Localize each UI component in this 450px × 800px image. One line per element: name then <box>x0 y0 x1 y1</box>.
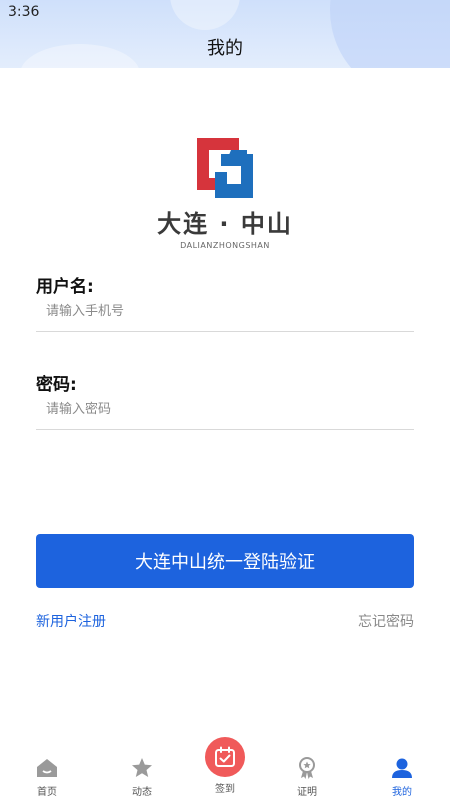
header-decoration <box>170 0 240 30</box>
checkin-label: 签到 <box>215 784 235 795</box>
checkin-button[interactable] <box>205 737 245 777</box>
star-icon <box>132 758 152 777</box>
login-button[interactable]: 大连中山统一登陆验证 <box>36 534 414 588</box>
tab-home[interactable]: 首页 <box>2 748 92 800</box>
logo: 大连 · 中山 DALIANZHONGSHAN <box>0 136 450 250</box>
tab-news[interactable]: 动态 <box>97 748 187 800</box>
logo-mark-icon <box>197 138 253 198</box>
logo-subtitle: DALIANZHONGSHAN <box>180 241 270 250</box>
password-input[interactable] <box>36 390 414 430</box>
tab-label: 动态 <box>132 787 152 798</box>
user-icon <box>392 758 412 778</box>
tab-label: 证明 <box>297 787 317 798</box>
award-icon <box>299 757 315 779</box>
page-title: 我的 <box>207 38 243 59</box>
calendar-check-icon <box>215 746 235 767</box>
tab-label: 我的 <box>392 787 412 798</box>
username-input[interactable] <box>36 292 414 332</box>
status-time: 3:36 <box>8 4 40 20</box>
header: 3:36 我的 <box>0 0 450 68</box>
register-link[interactable]: 新用户注册 <box>36 611 106 631</box>
tab-label: 首页 <box>37 787 57 798</box>
tab-certificate[interactable]: 证明 <box>262 748 352 800</box>
home-icon <box>37 759 57 777</box>
tab-mine[interactable]: 我的 <box>357 748 447 800</box>
logo-name: 大连 · 中山 <box>157 210 293 238</box>
forgot-password-link[interactable]: 忘记密码 <box>358 611 414 631</box>
